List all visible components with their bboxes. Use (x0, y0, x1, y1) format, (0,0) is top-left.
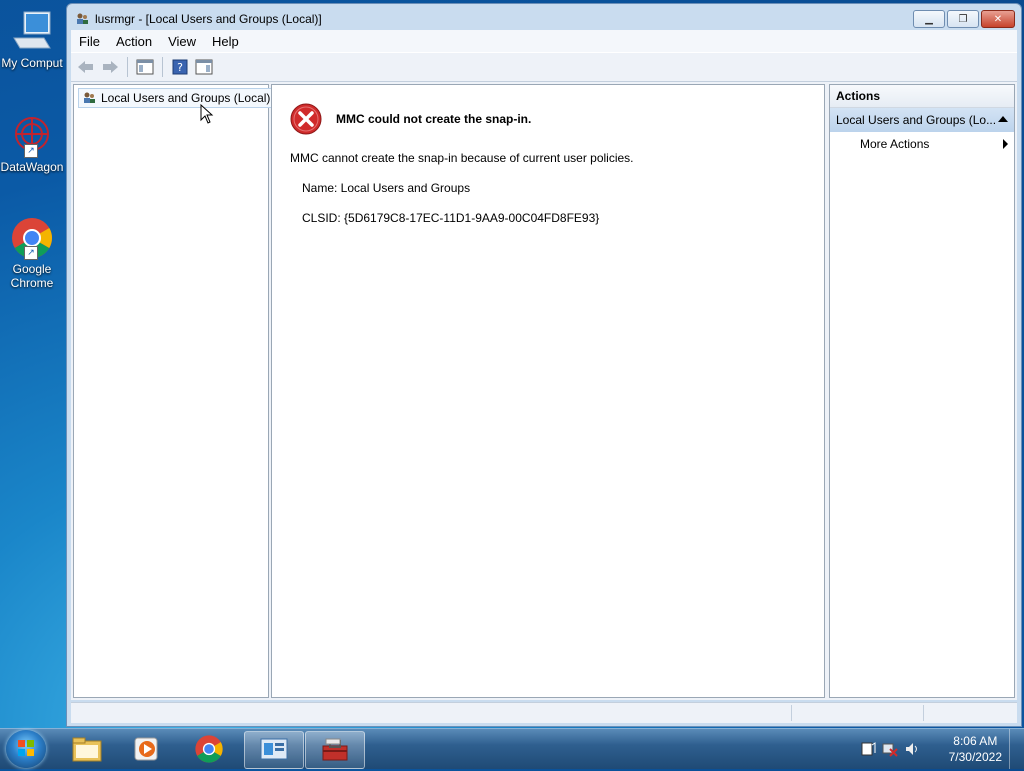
actions-pane: Actions Local Users and Groups (Lo... Mo… (829, 84, 1015, 698)
back-arrow-icon (78, 61, 93, 73)
collapse-arrow-icon[interactable] (998, 116, 1008, 122)
shortcut-arrow-icon: ↗ (24, 144, 38, 158)
taskbar-explorer[interactable] (58, 731, 116, 767)
error-message: MMC cannot create the snap-in because of… (290, 151, 634, 165)
toolbar-separator (127, 57, 128, 77)
show-hide-console-tree-button[interactable] (134, 56, 156, 78)
taskbar: 8:06 AM 7/30/2022 (0, 728, 1024, 769)
result-pane: MMC could not create the snap-in. MMC ca… (271, 84, 825, 698)
window-title: lusrmgr - [Local Users and Groups (Local… (95, 12, 322, 26)
users-groups-icon (82, 91, 96, 105)
submenu-arrow-icon (1003, 139, 1008, 149)
volume-icon[interactable] (904, 741, 920, 760)
control-panel-icon (260, 738, 288, 760)
desktop-icon-my-computer[interactable]: My Comput (0, 10, 64, 70)
actions-section-local-users-and-groups[interactable]: Local Users and Groups (Lo... (830, 108, 1014, 132)
help-button[interactable]: ? (169, 56, 191, 78)
tree-item-label: Local Users and Groups (Local) (101, 91, 271, 105)
more-actions-label: More Actions (860, 137, 930, 151)
close-button[interactable]: ✕ (981, 10, 1015, 28)
snapin-clsid: CLSID: {5D6179C8-17EC-11D1-9AA9-00C04FD8… (302, 211, 600, 225)
forward-arrow-icon (103, 61, 118, 73)
chrome-icon: ↗ (10, 216, 54, 260)
forward-button[interactable] (99, 56, 121, 78)
users-app-icon (75, 12, 89, 26)
tree-item-local-users-and-groups[interactable]: Local Users and Groups (Local) (78, 88, 276, 108)
mouse-cursor-icon (200, 103, 214, 127)
desktop-icon-label: My Comput (1, 56, 63, 70)
action-pane-icon (195, 59, 213, 75)
show-hide-action-pane-button[interactable] (193, 56, 215, 78)
error-title: MMC could not create the snap-in. (336, 112, 532, 126)
actions-header: Actions (830, 85, 1014, 108)
restore-icon: ❐ (958, 13, 968, 25)
desktop-icon-label: DataWagon (0, 160, 64, 174)
title-bar[interactable]: lusrmgr - [Local Users and Groups (Local… (67, 4, 1021, 32)
console-tree-pane[interactable]: Local Users and Groups (Local) (73, 84, 276, 698)
svg-text:?: ? (177, 61, 183, 74)
status-cell (923, 705, 924, 721)
desktop-icon-google-chrome[interactable]: ↗ Google Chrome (0, 216, 64, 290)
taskbar-media-player[interactable] (118, 731, 176, 767)
close-icon: ✕ (993, 13, 1003, 25)
chrome-icon (195, 735, 223, 763)
more-actions-item[interactable]: More Actions (830, 132, 1014, 156)
start-button[interactable] (6, 730, 46, 768)
menu-file[interactable]: File (71, 34, 108, 49)
shortcut-arrow-icon: ↗ (24, 246, 38, 260)
datawagon-icon: ↗ (10, 114, 54, 158)
network-error-icon[interactable] (882, 741, 898, 760)
toolbox-icon (322, 738, 348, 761)
media-player-icon (134, 737, 158, 761)
help-icon: ? (172, 59, 188, 75)
toolbar-separator (162, 57, 163, 77)
error-icon (290, 103, 322, 135)
minimize-icon: ▁ (925, 13, 933, 25)
console-tree-icon (136, 59, 154, 75)
action-center-icon[interactable] (860, 741, 876, 760)
taskbar-clock[interactable]: 8:06 AM 7/30/2022 (949, 733, 1002, 765)
taskbar-control-panel[interactable] (244, 731, 304, 769)
snapin-name: Name: Local Users and Groups (302, 181, 471, 195)
status-cell (791, 705, 792, 721)
clock-time: 8:06 AM (953, 734, 998, 748)
minimize-button[interactable]: ▁ (913, 10, 945, 28)
menu-view[interactable]: View (160, 34, 204, 49)
taskbar-mmc-lusrmgr[interactable] (305, 731, 365, 769)
back-button[interactable] (75, 56, 97, 78)
menu-help[interactable]: Help (204, 34, 247, 49)
status-bar (71, 702, 1017, 723)
desktop-icon-label-line2: Chrome (10, 276, 54, 290)
folder-icon (72, 737, 102, 762)
actions-section-label: Local Users and Groups (Lo... (836, 113, 997, 127)
windows-logo-icon (18, 740, 34, 756)
desktop-icon-label-line1: Google (12, 262, 52, 276)
show-desktop-button[interactable] (1009, 729, 1024, 769)
toolbar: ? (71, 52, 1017, 82)
desktop-icon-datawagon[interactable]: ↗ DataWagon (0, 114, 64, 174)
taskbar-chrome[interactable] (180, 731, 238, 767)
system-tray: 8:06 AM 7/30/2022 (854, 729, 1024, 769)
restore-button[interactable]: ❐ (947, 10, 979, 28)
menu-action[interactable]: Action (108, 34, 160, 49)
pane-area: Local Users and Groups (Local) MMC could… (71, 82, 1017, 700)
clock-date: 7/30/2022 (948, 750, 1002, 764)
computer-icon (10, 10, 54, 54)
menu-bar: File Action View Help (71, 30, 1017, 52)
